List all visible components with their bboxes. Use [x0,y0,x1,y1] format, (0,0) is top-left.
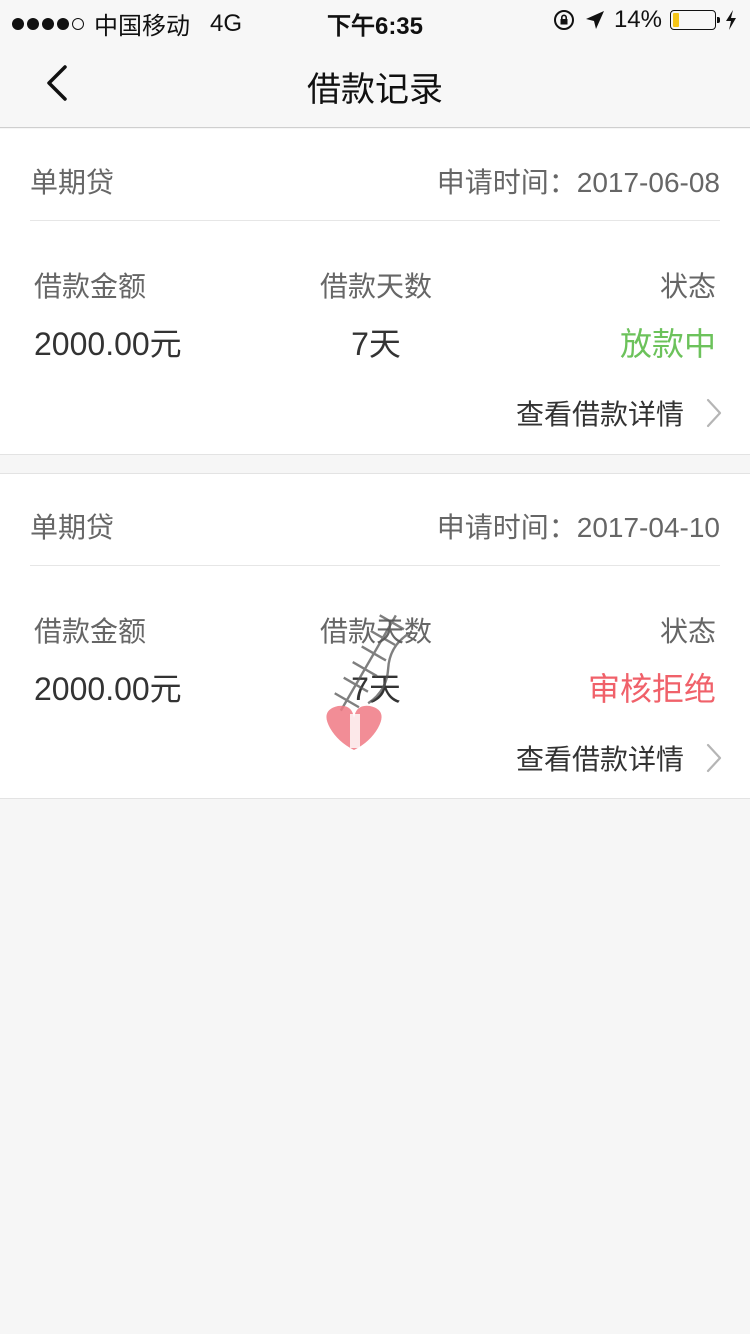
page-title: 借款记录 [307,71,443,109]
days-label: 借款天数 [320,271,433,302]
loan-amount: 2000.00元 [34,326,182,362]
apply-date: 2017-06-08 [576,167,720,198]
battery-percent: 14% [613,6,662,33]
status-bar: 中国移动 4G 下午6:35 14% [0,0,750,40]
loan-days: 7天 [351,671,401,707]
amount-label: 借款金额 [34,616,147,647]
apply-time: 申请时间：2017-04-10 [437,506,720,546]
loan-card: 单期贷 申请时间：2017-06-08 借款金额 借款天数 状态 2000.00… [0,129,750,455]
loan-product: 单期贷 [30,512,115,543]
nav-bar: 借款记录 [0,40,750,128]
loan-product: 单期贷 [30,167,115,198]
battery-icon [670,10,720,30]
loan-card-header: 单期贷 申请时间：2017-06-08 [30,129,720,221]
apply-time-label: 申请时间： [436,512,577,543]
loan-status: 审核拒绝 [587,671,716,707]
view-loan-detail-label: 查看借款详情 [515,399,684,430]
status-label: 状态 [659,616,716,647]
status-right: 14% [552,6,738,34]
loan-status: 放款中 [619,326,716,362]
location-icon [585,11,604,29]
battery-fill [673,13,679,27]
amount-label: 借款金额 [34,271,147,302]
days-label: 借款天数 [320,616,433,647]
charging-icon [726,10,736,30]
apply-date: 2017-04-10 [576,512,720,543]
apply-time-label: 申请时间： [436,167,577,198]
loan-days: 7天 [351,326,401,362]
view-loan-detail-link[interactable]: 查看借款详情 [516,393,722,433]
loan-card-header: 单期贷 申请时间：2017-04-10 [30,474,720,566]
loan-card: 单期贷 申请时间：2017-04-10 借款金额 借款天数 状态 2000.00… [0,473,750,799]
rotation-lock-icon [553,10,574,30]
view-loan-detail-link[interactable]: 查看借款详情 [516,738,722,778]
apply-time: 申请时间：2017-06-08 [437,161,720,201]
loan-amount: 2000.00元 [34,671,182,707]
chevron-right-icon [706,743,722,773]
status-label: 状态 [659,271,716,302]
view-loan-detail-label: 查看借款详情 [515,744,684,775]
chevron-right-icon [706,398,722,428]
